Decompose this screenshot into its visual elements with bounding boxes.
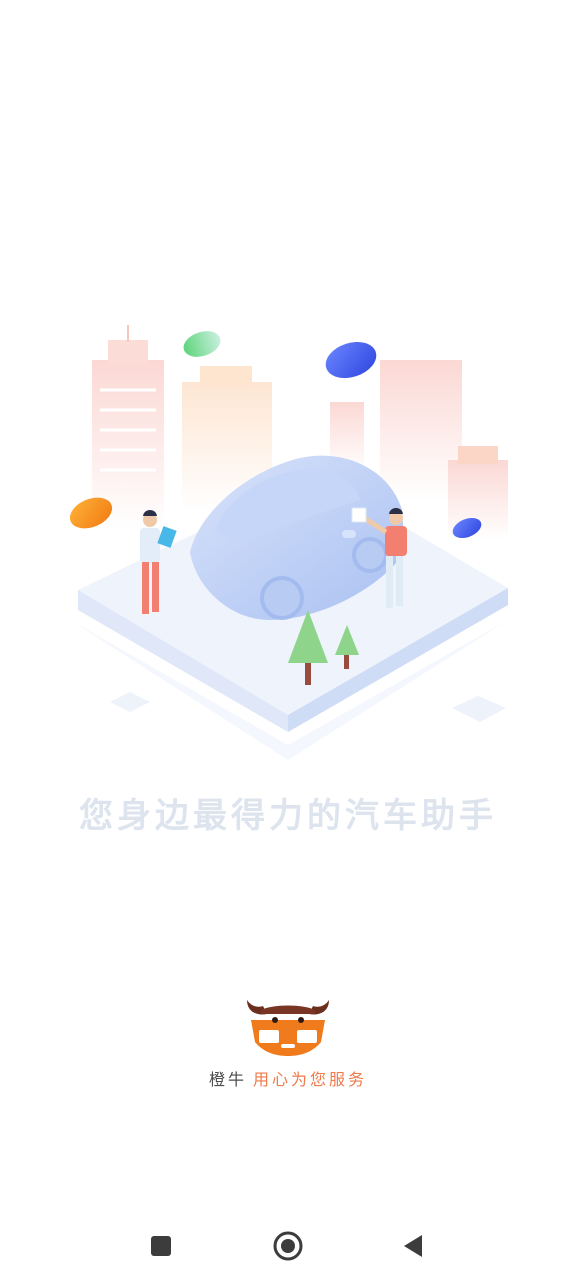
brand-name: 橙牛 (208, 1070, 247, 1089)
tagline: 您身边最得力的汽车助手 (79, 796, 497, 836)
hero-illustration (69, 325, 508, 760)
green-blob (183, 331, 221, 357)
system-navigation-bar (0, 1214, 576, 1280)
circle-icon[interactable] (272, 1230, 304, 1262)
back-triangle-icon[interactable] (398, 1230, 430, 1262)
slogan: 橙牛 用心为您服务 (0, 1066, 576, 1090)
square-icon[interactable] (145, 1230, 177, 1262)
bull-logo-icon (247, 1000, 329, 1056)
brand-block: 橙牛 用心为您服务 (0, 992, 576, 1090)
blue-blob (325, 341, 377, 379)
brand-motto: 用心为您服务 (253, 1070, 368, 1089)
